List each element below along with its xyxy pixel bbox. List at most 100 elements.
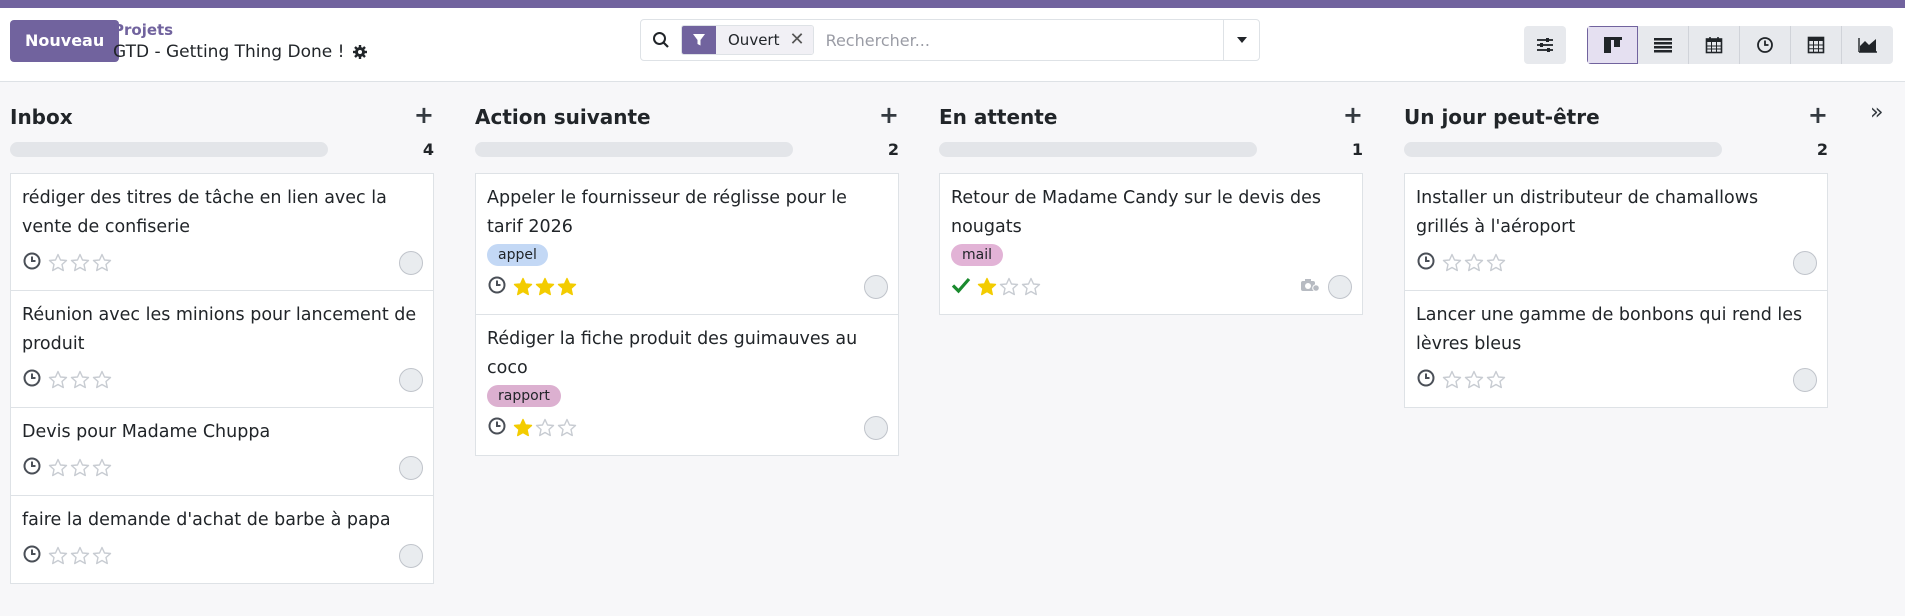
view-switcher: [1587, 26, 1893, 64]
column-title[interactable]: Inbox: [10, 105, 73, 129]
priority-stars: [48, 458, 112, 478]
card-title: faire la demande d'achat de barbe à papa: [22, 510, 391, 530]
star-empty-icon[interactable]: [999, 277, 1019, 297]
column-title[interactable]: En attente: [939, 105, 1057, 129]
kanban-card[interactable]: Lancer une gamme de bonbons qui rend les…: [1404, 290, 1828, 408]
star-empty-icon[interactable]: [1021, 277, 1041, 297]
star-empty-icon[interactable]: [1486, 253, 1506, 273]
star-empty-icon[interactable]: [92, 458, 112, 478]
new-button[interactable]: Nouveau: [10, 20, 120, 62]
kanban-state-circle[interactable]: [1328, 275, 1352, 299]
card-title: Réunion avec les minions pour lancement …: [22, 305, 417, 354]
star-empty-icon[interactable]: [48, 458, 68, 478]
kanban-card[interactable]: Retour de Madame Candy sur le devis des …: [939, 173, 1363, 315]
kanban-card[interactable]: Rédiger la fiche produit des guimauves a…: [475, 314, 899, 456]
star-filled-icon[interactable]: [513, 418, 533, 438]
quick-create-button[interactable]: +: [1343, 101, 1363, 129]
camera-icon[interactable]: [1300, 277, 1320, 297]
priority-stars: [48, 546, 112, 566]
kanban-card[interactable]: Devis pour Madame Chuppa: [10, 407, 434, 495]
activity-clock-icon[interactable]: [22, 456, 42, 480]
kanban-state-circle[interactable]: [399, 456, 423, 480]
kanban-state-circle[interactable]: [864, 275, 888, 299]
card-footer: [487, 272, 888, 302]
search-options-toggle[interactable]: [1223, 20, 1259, 60]
kanban-card[interactable]: rédiger des titres de tâche en lien avec…: [10, 173, 434, 290]
column-title[interactable]: Action suivante: [475, 105, 651, 129]
star-empty-icon[interactable]: [48, 253, 68, 273]
column-progress-bar[interactable]: [939, 142, 1257, 157]
kanban-state-circle[interactable]: [864, 416, 888, 440]
star-filled-icon[interactable]: [535, 277, 555, 297]
kanban-state-circle[interactable]: [399, 544, 423, 568]
priority-stars: [1442, 370, 1506, 390]
facet-remove-icon[interactable]: ✕: [787, 26, 813, 54]
priority-stars: [513, 418, 577, 438]
kanban-state-circle[interactable]: [399, 368, 423, 392]
card-title: Installer un distributeur de chamallows …: [1416, 188, 1759, 237]
view-graph-button[interactable]: [1842, 26, 1893, 64]
star-empty-icon[interactable]: [557, 418, 577, 438]
activity-clock-icon[interactable]: [22, 368, 42, 392]
star-empty-icon[interactable]: [1442, 370, 1462, 390]
star-empty-icon[interactable]: [92, 370, 112, 390]
activity-clock-icon[interactable]: [487, 416, 507, 440]
star-empty-icon[interactable]: [70, 546, 90, 566]
facet-value: Ouvert: [716, 26, 788, 54]
kanban-state-circle[interactable]: [399, 251, 423, 275]
star-empty-icon[interactable]: [1442, 253, 1462, 273]
search-input[interactable]: [813, 30, 1223, 50]
gear-icon[interactable]: [352, 44, 368, 60]
view-activity-button[interactable]: [1740, 26, 1791, 64]
column-progress-bar[interactable]: [10, 142, 328, 157]
view-kanban-button[interactable]: [1587, 26, 1638, 64]
star-empty-icon[interactable]: [535, 418, 555, 438]
card-title: Retour de Madame Candy sur le devis des …: [951, 188, 1322, 237]
kanban-card[interactable]: Appeler le fournisseur de réglisse pour …: [475, 173, 899, 314]
activity-clock-icon[interactable]: [487, 275, 507, 299]
star-empty-icon[interactable]: [70, 370, 90, 390]
quick-create-button[interactable]: +: [414, 101, 434, 129]
area-chart-icon: [1857, 38, 1877, 53]
activity-clock-icon[interactable]: [1416, 251, 1436, 275]
star-empty-icon[interactable]: [1486, 370, 1506, 390]
settings-button[interactable]: [1524, 26, 1566, 64]
activity-clock-icon[interactable]: [1416, 368, 1436, 392]
star-filled-icon[interactable]: [977, 277, 997, 297]
star-empty-icon[interactable]: [48, 370, 68, 390]
quick-create-button[interactable]: +: [879, 101, 899, 129]
check-icon[interactable]: [951, 276, 971, 298]
column-title[interactable]: Un jour peut-être: [1404, 105, 1600, 129]
activity-clock-icon[interactable]: [22, 544, 42, 568]
kanban-state-circle[interactable]: [1793, 251, 1817, 275]
star-empty-icon[interactable]: [1464, 253, 1484, 273]
star-filled-icon[interactable]: [557, 277, 577, 297]
breadcrumb-parent[interactable]: Projets: [113, 21, 173, 39]
activity-clock-icon[interactable]: [22, 251, 42, 275]
search-icon[interactable]: [641, 31, 681, 49]
view-calendar-button[interactable]: [1689, 26, 1740, 64]
view-list-button[interactable]: [1638, 26, 1689, 64]
kanban-board: Inbox + 4 rédiger des titres de tâche en…: [10, 83, 1905, 616]
quick-create-button[interactable]: +: [1808, 101, 1828, 129]
card-footer: [22, 453, 423, 483]
star-empty-icon[interactable]: [48, 546, 68, 566]
control-panel: Nouveau Projets GTD - Getting Thing Done…: [0, 8, 1905, 82]
star-empty-icon[interactable]: [70, 253, 90, 273]
column-progress-bar[interactable]: [1404, 142, 1722, 157]
kanban-card[interactable]: faire la demande d'achat de barbe à papa: [10, 495, 434, 584]
priority-stars: [48, 370, 112, 390]
kanban-state-circle[interactable]: [1793, 368, 1817, 392]
view-pivot-button[interactable]: [1791, 26, 1842, 64]
column-count: 4: [422, 140, 434, 159]
star-empty-icon[interactable]: [92, 546, 112, 566]
kanban-card[interactable]: Réunion avec les minions pour lancement …: [10, 290, 434, 407]
column-header: Inbox +: [10, 83, 434, 133]
column-progress-bar[interactable]: [475, 142, 793, 157]
fold-columns-button[interactable]: »: [1870, 100, 1883, 125]
kanban-card[interactable]: Installer un distributeur de chamallows …: [1404, 173, 1828, 290]
star-empty-icon[interactable]: [70, 458, 90, 478]
star-filled-icon[interactable]: [513, 277, 533, 297]
star-empty-icon[interactable]: [1464, 370, 1484, 390]
star-empty-icon[interactable]: [92, 253, 112, 273]
